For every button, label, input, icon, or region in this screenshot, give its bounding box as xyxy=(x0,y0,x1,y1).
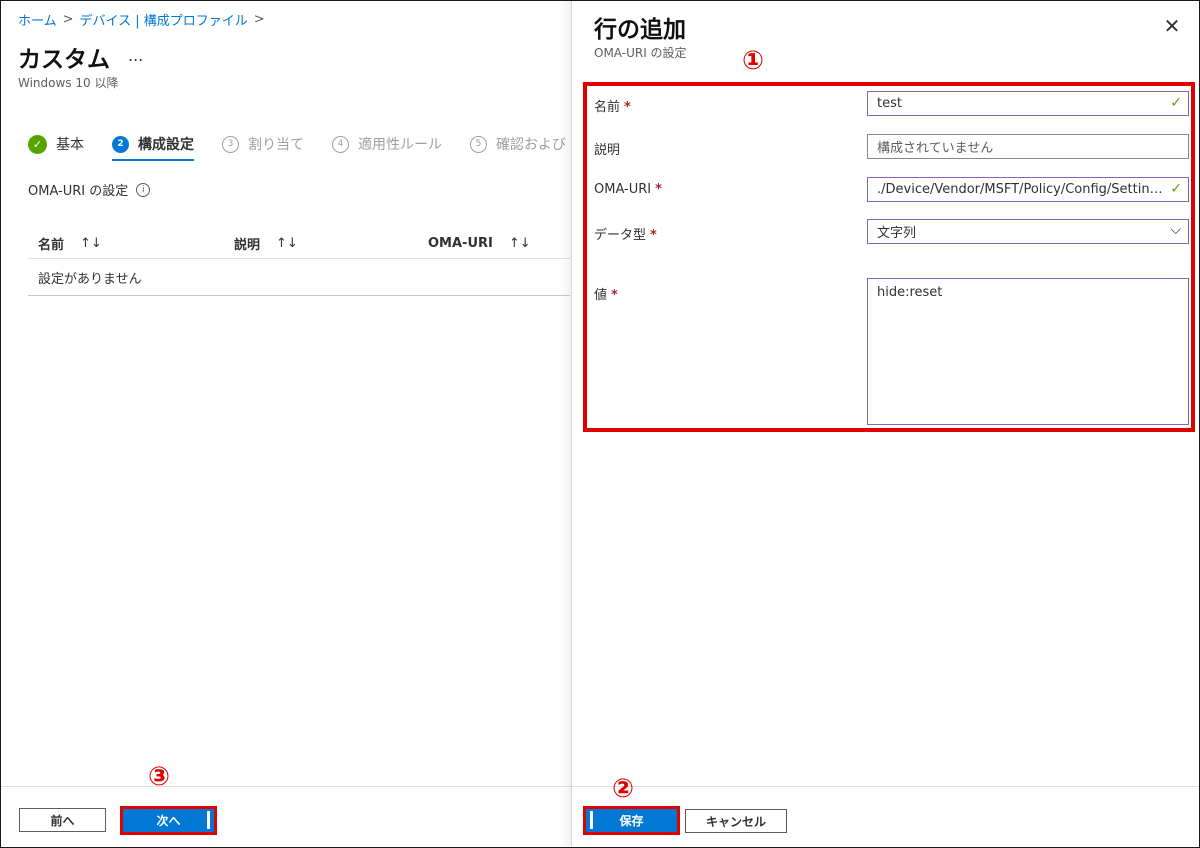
main-pane xyxy=(1,1,571,846)
data-type-dropdown[interactable]: 文字列 ⌵ xyxy=(867,219,1189,244)
save-button[interactable]: 保存 xyxy=(583,806,680,835)
name-field[interactable]: test ✓ xyxy=(867,91,1189,116)
section-label-text: OMA-URI の設定 xyxy=(28,184,129,199)
sort-icon: ↑↓ xyxy=(276,235,298,251)
breadcrumb-separator: > xyxy=(253,12,265,27)
previous-button[interactable]: 前へ xyxy=(19,808,106,832)
data-type-label: データ型 * xyxy=(594,228,657,243)
breadcrumb-home-link[interactable]: ホーム xyxy=(18,10,57,29)
footer-divider xyxy=(1,786,571,787)
chevron-down-icon: ⌵ xyxy=(1170,222,1181,238)
oma-uri-section-label: OMA-URI の設定 i xyxy=(28,180,151,199)
step-number-icon: 3 xyxy=(222,135,239,153)
panel-title: 行の追加 xyxy=(594,17,686,43)
name-label: 名前 * xyxy=(594,100,631,115)
breadcrumb: ホーム > デバイス | 構成プロファイル > xyxy=(18,10,265,29)
wizard-steps: ✓ 基本 2 構成設定 3 割り当て 4 適用性ルール 5 確認および xyxy=(28,131,594,161)
step-label: 割り当て xyxy=(248,137,304,153)
panel-divider xyxy=(571,1,572,846)
step-label: 構成設定 xyxy=(138,137,194,153)
required-mark: * xyxy=(624,100,631,115)
oma-uri-label: OMA-URI * xyxy=(594,182,662,197)
page-subtitle: Windows 10 以降 xyxy=(18,76,119,90)
required-mark: * xyxy=(611,288,618,303)
step-number-icon: 2 xyxy=(112,135,129,153)
required-mark: * xyxy=(655,182,662,197)
step-complete-icon: ✓ xyxy=(28,134,47,154)
description-field[interactable]: 構成されていません xyxy=(867,134,1189,159)
panel-subtitle: OMA-URI の設定 xyxy=(594,46,687,60)
column-header-oma-uri[interactable]: OMA-URI ↑↓ xyxy=(428,236,531,251)
sort-icon: ↑↓ xyxy=(80,235,102,251)
breadcrumb-separator: > xyxy=(62,12,74,27)
next-button[interactable]: 次へ xyxy=(120,806,217,835)
close-icon[interactable]: ✕ xyxy=(1162,16,1182,36)
step-applicability[interactable]: 4 適用性ルール xyxy=(332,131,442,157)
step-number-icon: 5 xyxy=(470,135,487,153)
value-textarea[interactable]: hide:reset xyxy=(867,278,1189,425)
step-label: 確認および xyxy=(496,137,566,153)
check-icon: ✓ xyxy=(1170,181,1182,197)
oma-uri-table: 名前 ↑↓ 説明 ↑↓ OMA-URI ↑↓ 設定がありません xyxy=(28,228,570,296)
step-review[interactable]: 5 確認および xyxy=(470,131,566,157)
breadcrumb-devices-link[interactable]: デバイス | 構成プロファイル xyxy=(80,10,248,29)
check-icon: ✓ xyxy=(1170,95,1182,111)
step-number-icon: 4 xyxy=(332,135,349,153)
step-basics[interactable]: ✓ 基本 xyxy=(28,131,84,157)
step-assignments[interactable]: 3 割り当て xyxy=(222,131,304,157)
oma-uri-field[interactable]: ./Device/Vendor/MSFT/Policy/Config/Setti… xyxy=(867,177,1189,202)
description-label: 説明 xyxy=(594,143,621,158)
required-mark: * xyxy=(650,228,657,243)
sort-icon: ↑↓ xyxy=(508,235,531,251)
cancel-button[interactable]: キャンセル xyxy=(685,809,787,833)
page-title: カスタム xyxy=(18,47,110,73)
footer-divider xyxy=(572,786,1199,787)
value-label: 値 * xyxy=(594,288,618,303)
step-label: 適用性ルール xyxy=(358,137,442,153)
step-label: 基本 xyxy=(56,137,84,153)
annotation-three: ③ xyxy=(148,762,171,792)
annotation-two: ② xyxy=(612,774,635,804)
info-icon[interactable]: i xyxy=(136,182,151,197)
focus-marker xyxy=(207,811,210,829)
empty-table-message: 設定がありません xyxy=(28,259,570,296)
column-header-name[interactable]: 名前 ↑↓ xyxy=(28,234,234,253)
table-header: 名前 ↑↓ 説明 ↑↓ OMA-URI ↑↓ xyxy=(28,228,570,259)
more-options-button[interactable]: ... xyxy=(128,46,143,65)
annotation-one: ① xyxy=(742,46,765,76)
focus-marker xyxy=(590,811,593,829)
column-header-description[interactable]: 説明 ↑↓ xyxy=(234,234,428,253)
step-configuration[interactable]: 2 構成設定 xyxy=(112,131,194,161)
